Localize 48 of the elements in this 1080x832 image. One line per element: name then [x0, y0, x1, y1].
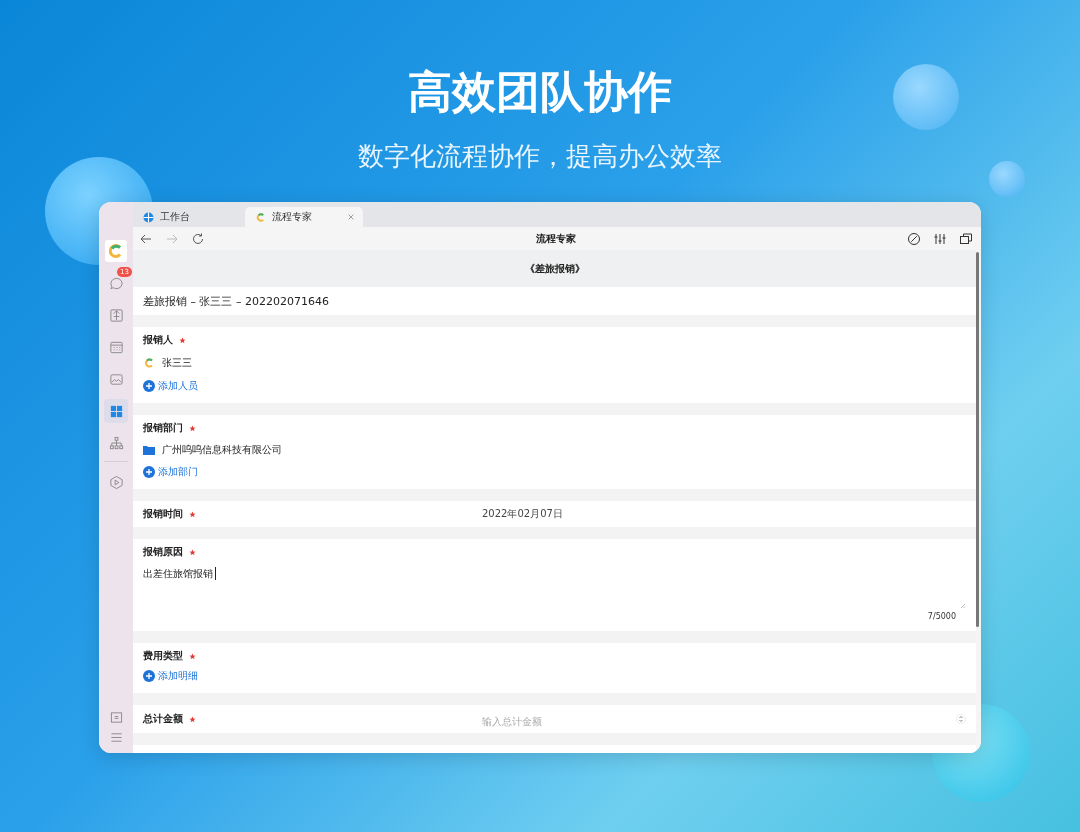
browser-tab[interactable]: 工作台: [133, 207, 245, 227]
field-label: 报销部门: [143, 421, 183, 435]
person-name: 张三三: [162, 356, 192, 370]
department-name: 广州呜呜信息科技有限公司: [162, 443, 282, 457]
sliders-icon[interactable]: [933, 231, 947, 246]
browser-tab[interactable]: 流程专家: [245, 207, 363, 227]
add-link[interactable]: 添加部门: [143, 465, 198, 479]
refresh-icon[interactable]: [191, 231, 205, 246]
field-label: 总计金额: [143, 712, 183, 726]
play-icon: [108, 474, 124, 490]
field-label: 报销人: [143, 333, 173, 347]
page-title: 流程专家: [536, 231, 576, 246]
add-icon: [143, 466, 155, 478]
sidebar-item[interactable]: [104, 399, 128, 423]
globe-icon: [143, 211, 154, 223]
add-icon: [143, 380, 155, 392]
chat-icon: [108, 275, 124, 291]
org-chart-icon: [108, 435, 124, 451]
headline: 高效团队协作: [408, 65, 672, 119]
folder-icon: [143, 445, 155, 455]
avatar-icon: [143, 357, 155, 369]
form-title: 《差旅报销》: [133, 250, 976, 287]
scrollbar-thumb[interactable]: [976, 252, 979, 627]
resize-grip-icon[interactable]: [960, 603, 966, 609]
add-link[interactable]: 添加明细: [143, 669, 198, 683]
field-label: 报销时间: [143, 507, 183, 521]
compass-icon[interactable]: [907, 231, 921, 246]
field-label: 报销原因: [143, 545, 183, 559]
calendar-icon: [108, 339, 124, 355]
menu-icon[interactable]: [109, 730, 123, 744]
amount-field[interactable]: 输入总计金额: [482, 715, 956, 727]
close-icon[interactable]: [347, 213, 355, 221]
logo-icon: [255, 211, 266, 223]
date-value[interactable]: 2022年02月07日: [482, 507, 563, 521]
add-icon: [143, 670, 155, 682]
image-icon: [108, 371, 124, 387]
add-link[interactable]: 添加人员: [143, 379, 198, 393]
record-title: 差旅报销 – 张三三 – 202202071646: [143, 293, 330, 309]
panel-icon[interactable]: [109, 710, 123, 724]
subheadline: 数字化流程协作，提高办公效率: [358, 140, 722, 173]
bubble: [989, 161, 1025, 197]
logo-icon[interactable]: [105, 240, 127, 262]
reason-field[interactable]: 出差住旅馆报销 7/5000: [143, 567, 966, 631]
field-label: 费用类型: [143, 649, 183, 663]
box-icon: [108, 307, 124, 323]
window-icon[interactable]: [959, 231, 973, 246]
grid-icon: [108, 403, 124, 419]
stepper-icon[interactable]: [956, 713, 966, 725]
